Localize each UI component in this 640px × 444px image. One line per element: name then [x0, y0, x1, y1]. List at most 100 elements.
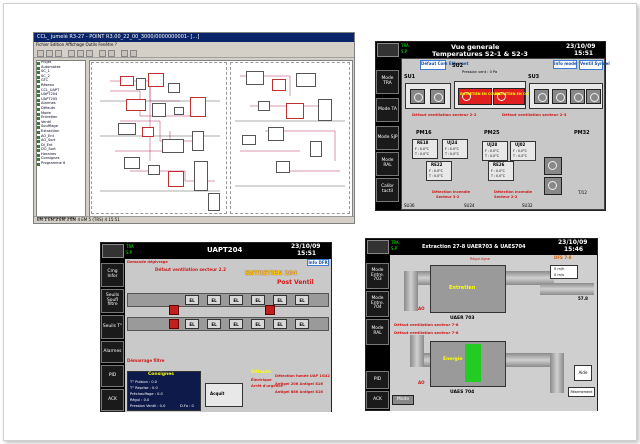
el-element[interactable]: EL [229, 319, 243, 329]
logic-block[interactable] [120, 76, 134, 86]
terminal-unit[interactable]: UJ28 F : 0.0°C T : 0.0°C [482, 141, 508, 161]
side-menu-button[interactable]: Mode TRA [376, 70, 399, 94]
fan-icon[interactable] [430, 89, 445, 104]
stop-icon[interactable] [130, 50, 137, 57]
side-menu-button[interactable]: Cmg Infor [101, 263, 124, 287]
zoom-out-icon[interactable] [108, 50, 115, 57]
maintenance-alarm-icon[interactable] [493, 88, 525, 105]
damper-icon[interactable] [169, 319, 179, 329]
side-menu-button[interactable]: PID [101, 365, 124, 387]
el-element[interactable]: EL [273, 319, 287, 329]
logic-block[interactable] [246, 71, 264, 85]
terminal-unit[interactable]: UJ24 F : 0.0°C T : 0.0°C [442, 139, 468, 159]
el-element[interactable]: EL [251, 319, 265, 329]
logic-block[interactable] [268, 127, 284, 141]
el-element[interactable]: EL [295, 319, 309, 329]
logic-block[interactable] [142, 127, 154, 137]
logic-block[interactable] [194, 161, 208, 191]
side-menu-button[interactable]: Mode RAL [366, 319, 389, 345]
side-menu-button[interactable]: Mode Entre. 703 [366, 263, 389, 289]
terminal-unit[interactable]: UJ02 F : 0.0°C T : 0.0°C [510, 141, 536, 161]
el-element[interactable]: EL [229, 295, 243, 305]
logic-block[interactable] [318, 99, 332, 121]
help-button[interactable]: Aide [574, 365, 592, 381]
logic-block[interactable] [136, 78, 146, 90]
logic-block[interactable] [190, 97, 206, 117]
side-menu-button[interactable]: Mode RAL [376, 152, 399, 176]
el-element[interactable]: EL [207, 319, 221, 329]
uaes704-unit[interactable]: Énergie [430, 341, 506, 387]
tree-item[interactable]: Programme 6 [37, 161, 85, 167]
logic-block[interactable] [152, 103, 166, 117]
open-icon[interactable] [46, 50, 53, 57]
side-menu-button[interactable]: Mode TA [376, 98, 399, 122]
logic-block[interactable] [174, 107, 184, 115]
ventil-synnel-button[interactable]: Ventil Synnel [579, 60, 610, 70]
project-tree[interactable]: Projet Automates SC_1 SC_2 GTC Réseau CCL_UAPT… [36, 60, 86, 217]
logic-block[interactable] [148, 73, 164, 87]
uaer703-unit[interactable]: Entretien [430, 265, 506, 313]
info-mode-button[interactable]: Info mode [553, 60, 577, 69]
operator-icon[interactable] [367, 240, 389, 254]
logic-block[interactable] [168, 83, 180, 93]
side-menu-button[interactable]: Mode Entre. 704 [366, 291, 389, 317]
operator-icon[interactable] [377, 43, 399, 57]
rearm-button[interactable]: Réarmement [568, 387, 595, 397]
side-menu-button[interactable]: PID [366, 371, 389, 389]
logic-block[interactable] [118, 123, 136, 135]
logic-block[interactable] [148, 165, 160, 175]
logic-block[interactable] [276, 161, 290, 173]
logic-block[interactable] [286, 103, 304, 119]
el-element[interactable]: EL [185, 319, 199, 329]
side-menu-button[interactable]: Mode SJP [376, 126, 399, 150]
logic-block[interactable] [192, 131, 204, 151]
cut-icon[interactable] [68, 50, 75, 57]
side-menu-button[interactable]: Seuils Soufl filtre [101, 289, 124, 313]
fan-icon[interactable] [552, 89, 567, 104]
side-menu-button[interactable]: Calibr tactil [376, 178, 399, 202]
save-icon[interactable] [55, 50, 62, 57]
fan-icon[interactable] [544, 177, 562, 195]
operator-icon[interactable] [102, 244, 124, 258]
diagram-canvas[interactable] [89, 60, 353, 217]
run-icon[interactable] [121, 50, 128, 57]
zoom-in-icon[interactable] [99, 50, 106, 57]
editor-menu-bar[interactable]: Fichier Edition Affichage Outils Fenêtre… [34, 42, 354, 49]
el-element[interactable]: EL [273, 295, 287, 305]
logic-block[interactable] [242, 135, 256, 145]
damper-icon[interactable] [265, 305, 275, 315]
fan-icon[interactable] [534, 89, 549, 104]
fan-icon[interactable] [544, 157, 562, 175]
logic-block[interactable] [272, 79, 286, 91]
reset-button[interactable]: Acquit [210, 392, 224, 396]
damper-icon[interactable] [169, 305, 179, 315]
copy-icon[interactable] [77, 50, 84, 57]
terminal-unit[interactable]: RE22 F : 0.0°C T : 0.0°C [426, 161, 452, 181]
fan-icon[interactable] [410, 89, 425, 104]
paste-icon[interactable] [86, 50, 93, 57]
logic-block[interactable] [208, 193, 220, 211]
logic-block[interactable] [296, 73, 316, 87]
terminal-unit[interactable]: RE18 F : 0.0°C T : 0.0°C [412, 139, 438, 159]
info-dfr-button[interactable]: Info DFR [307, 259, 329, 266]
side-menu-button[interactable]: ACK [101, 389, 124, 411]
logic-block[interactable] [126, 99, 146, 111]
logic-block[interactable] [124, 157, 140, 169]
terminal-unit[interactable]: RE26 F : 0.0°C T : 0.0°C [488, 161, 514, 181]
logic-block[interactable] [162, 139, 184, 153]
fan-icon[interactable] [586, 89, 601, 104]
ethernet-fault-button[interactable]: Défaut Com Ethernet [420, 60, 469, 70]
mode-button[interactable]: Mode [392, 395, 414, 405]
el-element[interactable]: EL [251, 295, 265, 305]
side-menu-button[interactable]: Alarmes [101, 341, 124, 363]
el-element[interactable]: EL [295, 295, 309, 305]
maintenance-alarm-icon[interactable] [458, 88, 492, 105]
new-icon[interactable] [37, 50, 44, 57]
side-menu-button[interactable]: ACK [366, 391, 389, 409]
logic-block[interactable] [310, 141, 322, 157]
logic-block[interactable] [168, 171, 184, 187]
el-element[interactable]: EL [207, 295, 221, 305]
side-menu-button[interactable]: Seuils T° [101, 315, 124, 339]
logic-block[interactable] [258, 101, 270, 111]
fan-icon[interactable] [570, 89, 585, 104]
